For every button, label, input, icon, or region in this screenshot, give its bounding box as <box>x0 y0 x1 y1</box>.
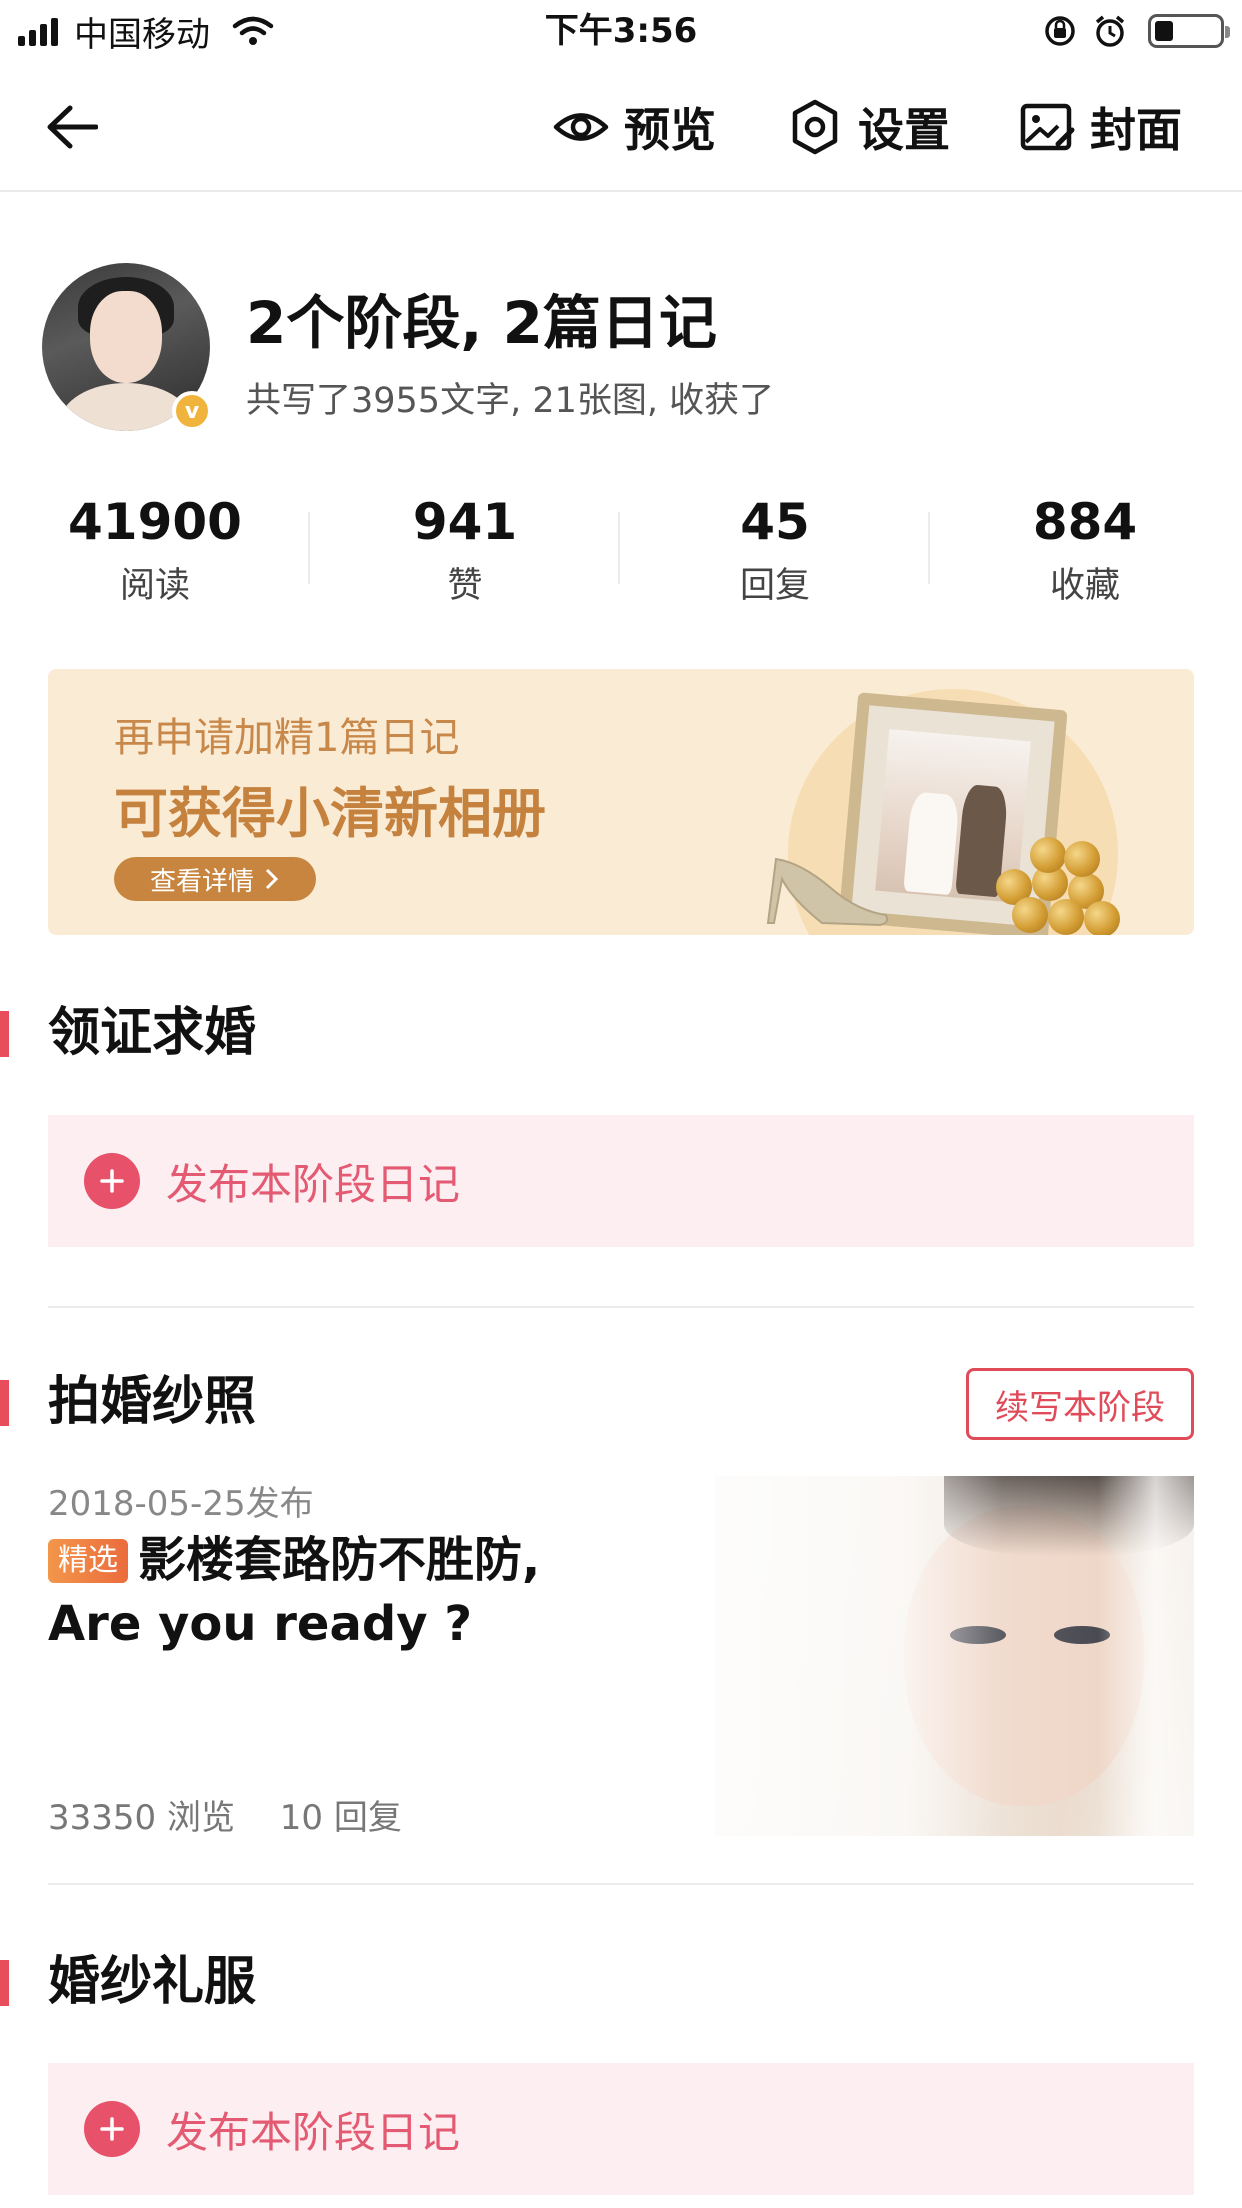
arrow-left-icon <box>47 105 98 149</box>
view-details-label: 查看详情 <box>149 866 254 897</box>
preview-label: 预览 <box>624 103 716 157</box>
stat-replies: 45 回复 <box>620 488 930 618</box>
entry-thumbnail[interactable] <box>714 1476 1194 1836</box>
back-button[interactable] <box>40 95 104 159</box>
publish-diary-button[interactable]: 发布本阶段日记 <box>48 2063 1194 2195</box>
stat-divider <box>928 512 930 584</box>
entry-meta: 33350 浏览 10 回复 <box>48 1790 402 1839</box>
stat-label: 收藏 <box>1049 566 1120 606</box>
stat-likes: 941 赞 <box>310 488 620 618</box>
stat-value: 884 <box>1032 493 1138 551</box>
status-right <box>1028 10 1230 52</box>
stat-value: 45 <box>740 493 810 551</box>
profile-subtitle: 共写了3955文字, 21张图, 收获了 <box>246 381 775 421</box>
section-title: 拍婚纱照 <box>48 1372 257 1432</box>
banner-title: 可获得小清新相册 <box>114 782 546 845</box>
plus-icon <box>84 1153 140 1209</box>
stat-favorites: 884 收藏 <box>930 488 1240 618</box>
section-title: 婚纱礼服 <box>48 1952 257 2012</box>
continue-stage-button[interactable]: 续写本阶段 <box>966 1368 1194 1440</box>
publish-diary-label: 发布本阶段日记 <box>166 2107 461 2157</box>
verified-badge-icon: v <box>172 391 212 431</box>
alarm-icon <box>1095 15 1125 47</box>
promo-banner[interactable]: 再申请加精1篇日记 可获得小清新相册 查看详情 <box>48 669 1194 935</box>
entry-replies: 10 回复 <box>279 1798 402 1838</box>
preview-button[interactable]: 预览 <box>552 94 716 160</box>
stat-label: 回复 <box>739 566 810 606</box>
rotation-lock-icon <box>1045 16 1075 46</box>
divider <box>48 1306 1194 1308</box>
image-edit-icon <box>1020 103 1075 151</box>
plus-icon <box>84 2101 140 2157</box>
chevron-right-icon <box>265 868 279 890</box>
avatar[interactable]: v <box>42 263 212 431</box>
publish-diary-button[interactable]: 发布本阶段日记 <box>48 1115 1194 1247</box>
nav-bar: 预览 设置 封面 <box>0 62 1242 192</box>
banner-subtitle: 再申请加精1篇日记 <box>114 715 460 761</box>
view-details-button[interactable]: 查看详情 <box>114 857 316 901</box>
settings-button[interactable]: 设置 <box>786 94 950 160</box>
cover-label: 封面 <box>1090 103 1182 157</box>
settings-label: 设置 <box>858 103 950 157</box>
stat-reads: 41900 阅读 <box>0 488 310 618</box>
divider <box>48 1883 1194 1885</box>
section-accent-bar <box>0 1380 9 1426</box>
stat-label: 赞 <box>447 566 483 606</box>
high-heel-image <box>766 857 889 927</box>
section-header: 婚纱礼服 <box>0 1952 1242 2012</box>
section-title: 领证求婚 <box>48 1003 257 1063</box>
eye-icon <box>553 113 609 141</box>
stat-divider <box>308 512 310 584</box>
stat-value: 41900 <box>68 493 242 551</box>
battery-icon <box>1148 14 1230 48</box>
status-bar: 中国移动 下午3:56 <box>0 0 1242 62</box>
profile-title: 2个阶段, 2篇日记 <box>246 289 717 357</box>
featured-badge: 精选 <box>48 1539 128 1583</box>
entry-title[interactable]: 精选 影楼套路防不胜防, Are you ready ? <box>48 1528 648 1656</box>
section-accent-bar <box>0 1960 9 2006</box>
stat-value: 941 <box>412 493 518 551</box>
stat-divider <box>618 512 620 584</box>
publish-diary-label: 发布本阶段日记 <box>166 1159 461 1209</box>
section-header: 领证求婚 <box>0 1003 1242 1063</box>
stats-row: 41900 阅读 941 赞 45 回复 884 收藏 <box>0 488 1242 618</box>
stat-label: 阅读 <box>119 566 190 606</box>
gear-icon <box>792 99 838 155</box>
cover-button[interactable]: 封面 <box>1018 94 1182 160</box>
entry-views: 33350 浏览 <box>48 1798 235 1838</box>
entry-date: 2018-05-25发布 <box>48 1484 314 1524</box>
section-accent-bar <box>0 1011 9 1057</box>
